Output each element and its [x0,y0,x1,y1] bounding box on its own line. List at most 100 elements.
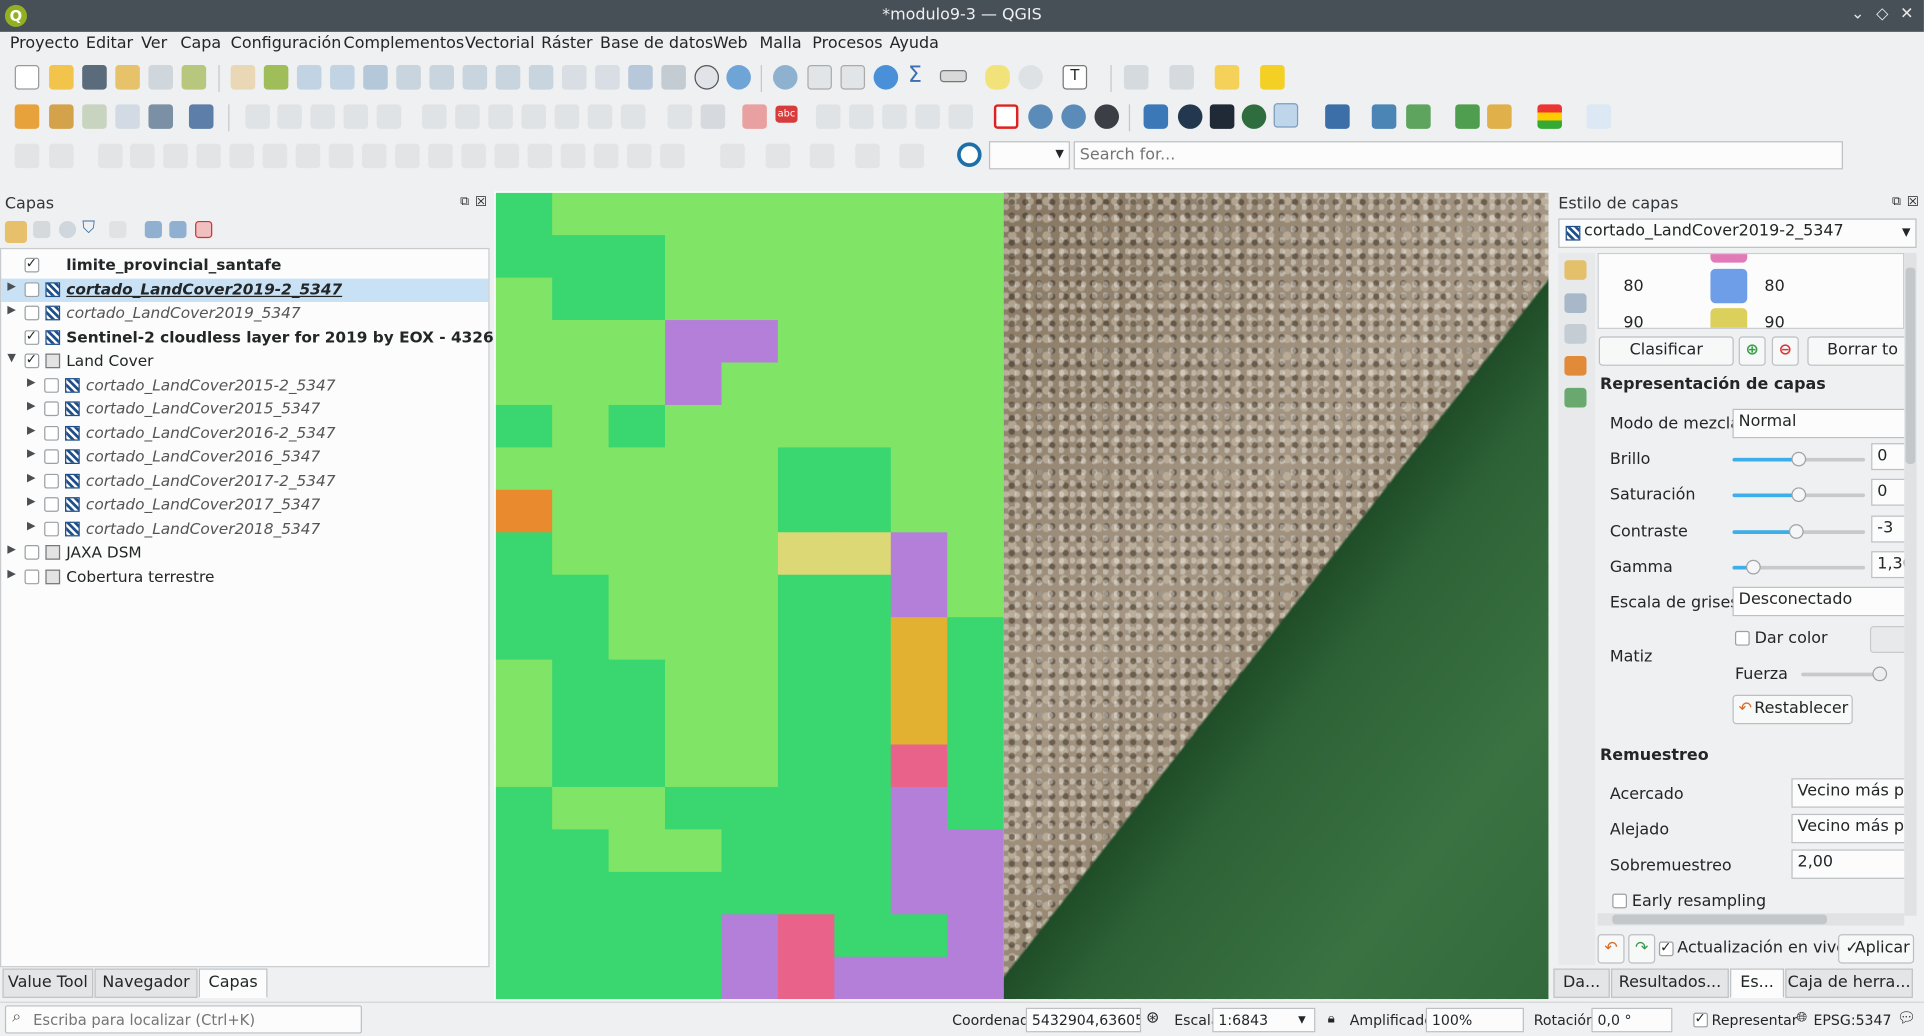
change-label-icon[interactable] [882,104,907,129]
quickmapservices-icon[interactable] [1177,104,1203,129]
layer-visibility-checkbox[interactable] [24,351,40,369]
add-feature-icon[interactable] [343,104,369,129]
transparency-tab-icon[interactable] [1564,293,1587,314]
new-3d-view-icon[interactable] [595,65,620,90]
blend-mode-select[interactable]: Normal [1732,408,1905,439]
add-class-button[interactable]: ⊕ [1738,336,1766,366]
band-set-icon[interactable] [1537,104,1562,129]
simplify-icon[interactable] [130,143,155,169]
coordinate-field[interactable]: 5432904,6360580 [1025,1007,1142,1033]
tab-value-tool[interactable]: Value Tool [2,968,94,998]
digitize-icon[interactable] [14,143,40,169]
zoom-full-icon[interactable] [363,65,388,90]
layer-visibility-checkbox[interactable] [44,521,59,536]
layer-row[interactable]: ▶ cortado_LandCover2019_5347 [1,302,488,325]
georeferencer-icon[interactable] [1371,104,1397,129]
menu-configuracion[interactable]: Configuración [231,34,342,52]
new-spatialite-icon[interactable] [115,104,140,129]
menu-base-de-datos[interactable]: Base de datos [600,34,713,52]
tab-caja-herramientas[interactable]: Caja de herra... [1785,968,1913,998]
chevron-down-icon[interactable]: ▼ [1298,1014,1306,1025]
layer-row[interactable]: ▶ cortado_LandCover2017-2_5347 [1,470,488,493]
magnifier-field[interactable]: 100% [1425,1007,1524,1033]
tab-navegador[interactable]: Navegador [94,968,198,998]
collapse-all-icon[interactable] [169,220,187,239]
menu-web[interactable]: Web [713,34,748,52]
layer-visibility-checkbox[interactable] [44,473,59,488]
locator-search-icon[interactable] [957,142,982,167]
layer-row[interactable]: ▼ Land Cover [1,350,488,373]
qgis-cloud-icon[interactable] [1241,104,1267,129]
classify-button[interactable]: Clasificar [1598,336,1734,366]
oversampling-input[interactable]: 2,00 [1791,849,1905,879]
show-bookmarks-icon[interactable] [661,65,686,90]
temporal-controller-icon[interactable] [694,65,720,90]
diagram-pin-icon[interactable] [948,104,974,129]
trim-extend-icon[interactable] [626,143,652,169]
layer-visibility-checkbox[interactable] [24,327,40,345]
zoom-selection-icon[interactable] [396,65,421,90]
new-project-icon[interactable] [14,65,40,90]
map-canvas[interactable] [494,191,1549,1000]
layer-visibility-checkbox[interactable] [44,425,59,441]
layer-visibility-checkbox[interactable] [44,497,59,512]
menu-malla[interactable]: Malla [760,34,802,52]
expand-arrow-icon[interactable]: ▶ [27,496,35,508]
reset-button[interactable]: ↶ Restablecer [1732,694,1853,725]
symbology-tab-icon[interactable] [1564,260,1587,280]
web-service-icon[interactable] [1094,104,1120,129]
menu-raster[interactable]: Ráster [541,34,592,52]
layer-row[interactable]: ▶ cortado_LandCover2017_5347 [1,493,488,516]
menu-editar[interactable]: Editar [86,34,133,52]
move-label-icon[interactable] [815,104,841,129]
qfield-icon[interactable] [1061,104,1086,129]
rectangle-icon[interactable] [855,143,880,169]
zoom-in-icon[interactable] [296,65,322,90]
expand-arrow-icon[interactable]: ▶ [7,280,15,292]
zoom-last-icon[interactable] [495,65,521,90]
text-annotation-icon[interactable]: T [1062,65,1088,90]
class-color-swatch[interactable] [1710,308,1748,328]
class-color-swatch[interactable] [1710,268,1748,304]
zoom-native-icon[interactable] [462,65,488,90]
remove-layer-icon[interactable] [195,220,213,239]
label-pin-icon[interactable] [700,104,726,129]
undo-style-button[interactable]: ↶ [1597,934,1625,964]
tab-estilo[interactable]: Es... [1730,968,1785,998]
minimize-button[interactable]: ⌄ [1847,4,1869,26]
layer-row[interactable]: ▶ cortado_LandCover2015_5347 [1,398,488,421]
abc-label-icon[interactable]: abc [775,105,798,123]
messages-icon[interactable]: 💬︎ [1897,1009,1916,1026]
contrast-input[interactable]: -3 [1871,515,1905,543]
paste-features-icon[interactable] [554,104,580,129]
gamma-input[interactable]: 1,30 [1871,551,1905,579]
zoom-next-icon[interactable] [528,65,554,90]
lock-scale-icon[interactable]: 🔒︎ [1328,1010,1335,1027]
current-edits-icon[interactable] [245,104,270,129]
class-table[interactable]: 80 80 90 90 [1597,252,1905,329]
scrollbar-handle[interactable] [1612,914,1828,925]
help-icon[interactable] [1325,104,1350,129]
rotate-label-icon[interactable] [849,104,874,129]
colorize-color-button[interactable] [1869,626,1905,654]
locator-bar[interactable]: ⌕ [4,1005,362,1034]
vertex-tool-icon[interactable] [376,104,402,129]
expand-arrow-icon[interactable]: ▶ [27,400,35,412]
gamma-slider[interactable] [1732,559,1866,575]
expand-arrow-icon[interactable]: ▶ [27,448,35,460]
label-highlight-icon[interactable] [742,104,767,129]
crs-button[interactable]: EPSG:5347 [1814,1011,1892,1028]
python-console-icon[interactable] [1143,104,1169,129]
measure-icon[interactable] [939,69,967,83]
regular-polygon-icon[interactable] [899,143,924,169]
layer-visibility-checkbox[interactable] [24,305,40,321]
rotate-symbols-icon[interactable] [527,143,553,169]
select-location-icon[interactable] [1260,65,1285,90]
delete-all-button[interactable]: Borrar to [1807,336,1905,366]
merge-attributes-icon[interactable] [494,143,520,169]
stop-render-icon[interactable] [993,104,1019,129]
menu-proyecto[interactable]: Proyecto [10,34,79,52]
layer-row[interactable]: ▶ cortado_LandCover2018_5347 [1,517,488,540]
expand-arrow-icon[interactable]: ▶ [27,472,35,484]
select-features-icon[interactable] [1123,65,1149,90]
